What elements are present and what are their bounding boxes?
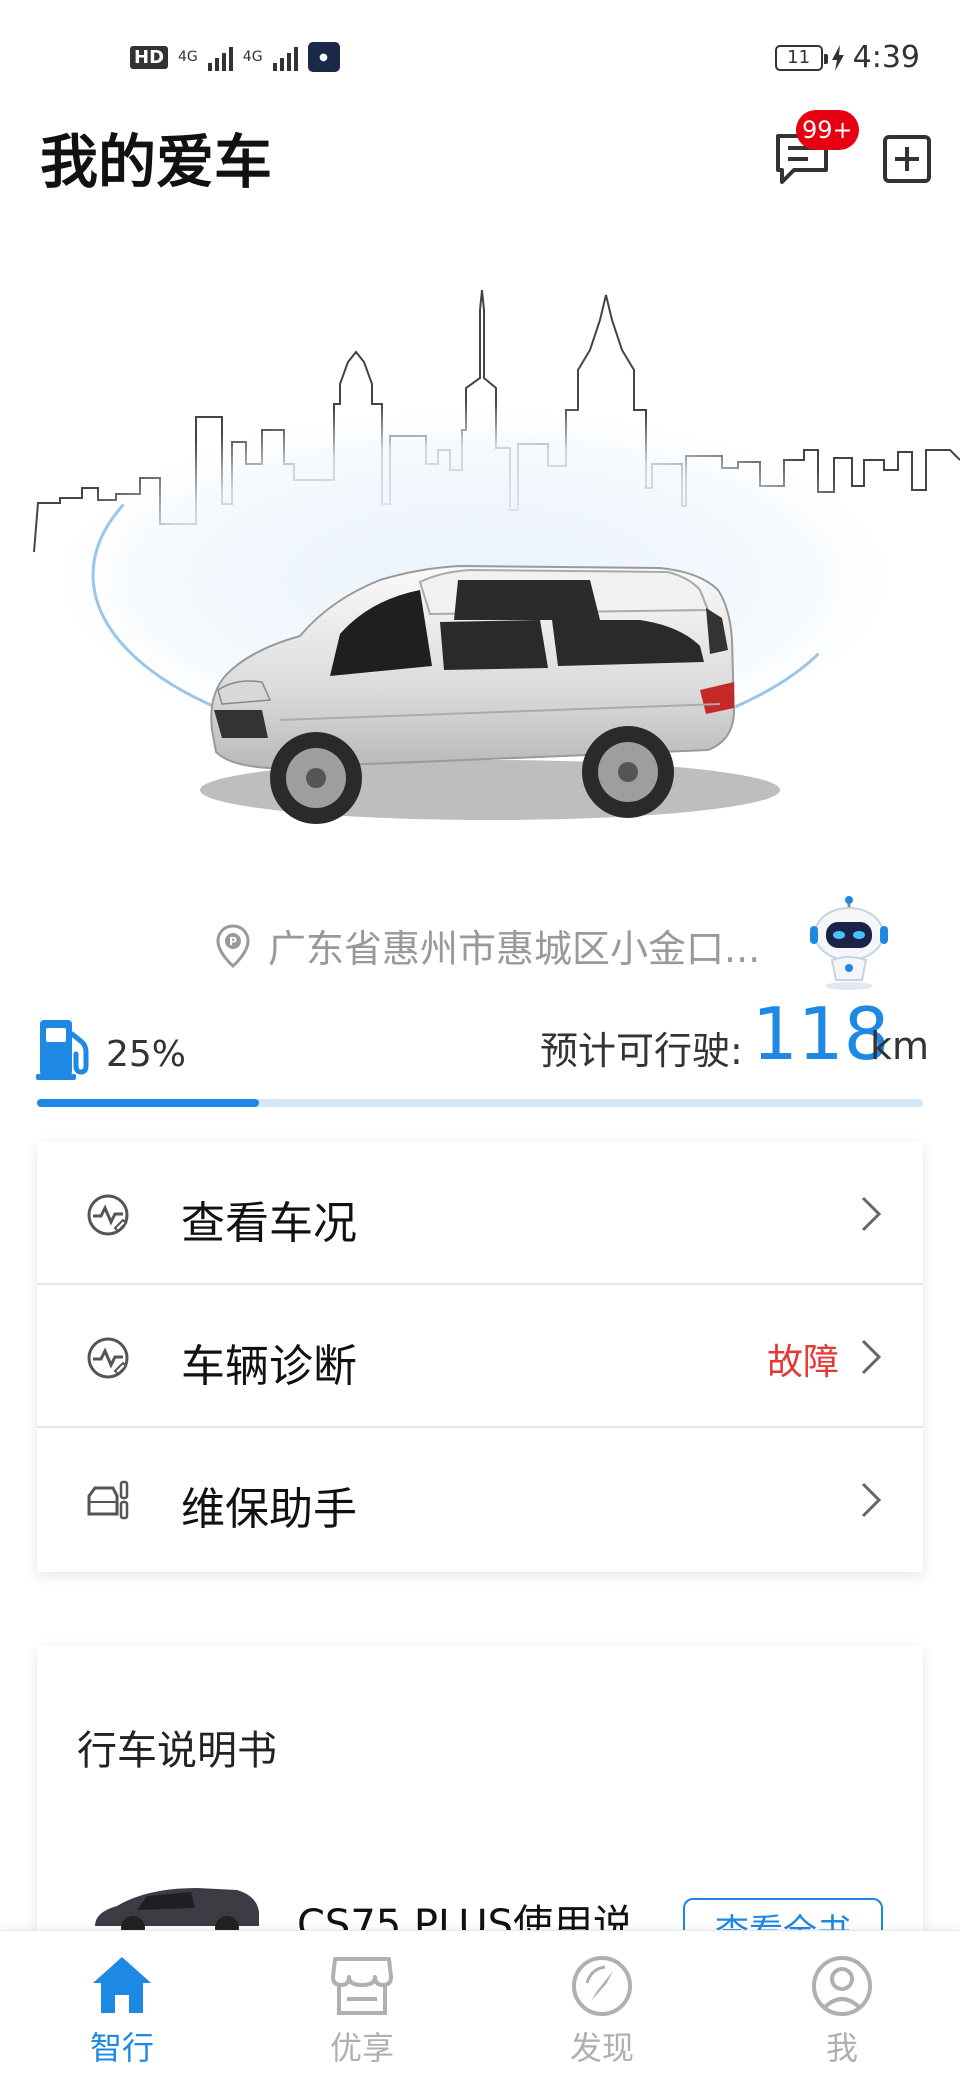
tab-label: 优享 — [329, 2029, 394, 2067]
tab-me[interactable]: 我 — [762, 1951, 922, 2071]
chevron-right-icon — [861, 1196, 882, 1232]
compass-icon — [572, 1956, 632, 2016]
menu-label: 查看车况 — [181, 1198, 357, 1249]
signal-icon-2 — [272, 43, 298, 71]
status-right: 11 4:39 — [774, 40, 920, 75]
network-type-1: 4G — [178, 49, 198, 65]
home-icon — [93, 1957, 151, 2013]
menu-label: 车辆诊断 — [181, 1341, 357, 1392]
menu-item-diagnosis[interactable]: 车辆诊断 故障 — [37, 1285, 923, 1428]
fuel-pump-icon — [36, 1020, 89, 1080]
location-pin-icon: P — [216, 923, 250, 968]
fault-badge: 故障 — [766, 1342, 839, 1383]
fuel-level-fill — [37, 1099, 259, 1107]
diagnosis-icon — [87, 1337, 129, 1379]
menu-label: 维保助手 — [181, 1484, 357, 1535]
chevron-right-icon — [861, 1482, 882, 1518]
gauge-icon — [87, 1194, 129, 1236]
bottom-tab-bar: 智行 优享 发现 我 — [0, 1930, 960, 2080]
location-row[interactable]: P 广东省惠州市惠城区小金口... — [216, 918, 760, 973]
app-notification-icon: ● — [307, 42, 340, 72]
status-left: HD 4G 4G ● — [130, 42, 340, 72]
location-text: 广东省惠州市惠城区小金口... — [268, 927, 761, 971]
shop-icon — [331, 1957, 393, 2015]
charging-icon — [831, 44, 844, 71]
message-badge: 99+ — [796, 110, 859, 150]
tab-discover[interactable]: 发现 — [522, 1951, 682, 2071]
battery-icon: 11 — [774, 44, 828, 71]
robot-assistant-icon[interactable] — [804, 896, 894, 992]
signal-icon — [207, 43, 233, 71]
status-time: 4:39 — [852, 40, 920, 75]
plus-square-icon[interactable] — [882, 134, 932, 184]
network-type-2: 4G — [242, 49, 263, 65]
vehicle-menu-card: 查看车况 车辆诊断 故障 维保助手 — [37, 1142, 923, 1572]
chevron-right-icon — [861, 1339, 882, 1375]
maintenance-icon — [87, 1480, 129, 1520]
menu-item-vehicle-status[interactable]: 查看车况 — [37, 1142, 923, 1285]
tab-deals[interactable]: 优享 — [282, 1951, 442, 2071]
page-title: 我的爱车 — [40, 128, 273, 196]
range-unit: km — [870, 1024, 930, 1068]
menu-item-maintenance[interactable]: 维保助手 — [37, 1428, 923, 1571]
range-label: 预计可行驶: — [540, 1029, 743, 1073]
svg-text:P: P — [229, 935, 237, 948]
range-value: 118 — [752, 992, 890, 1076]
car-hero-image — [33, 290, 960, 824]
hd-badge: HD — [130, 45, 169, 69]
tab-label: 发现 — [569, 2029, 634, 2067]
user-icon — [812, 1956, 872, 2016]
fuel-percent: 25% — [106, 1034, 187, 1075]
tab-label: 智行 — [89, 2029, 154, 2067]
fuel-level-bar — [37, 1099, 923, 1107]
tab-home[interactable]: 智行 — [42, 1951, 202, 2071]
tab-label: 我 — [825, 2029, 858, 2067]
status-bar: HD 4G 4G ● 11 4:39 — [0, 0, 960, 120]
manual-title: 行车说明书 — [77, 1728, 277, 1774]
